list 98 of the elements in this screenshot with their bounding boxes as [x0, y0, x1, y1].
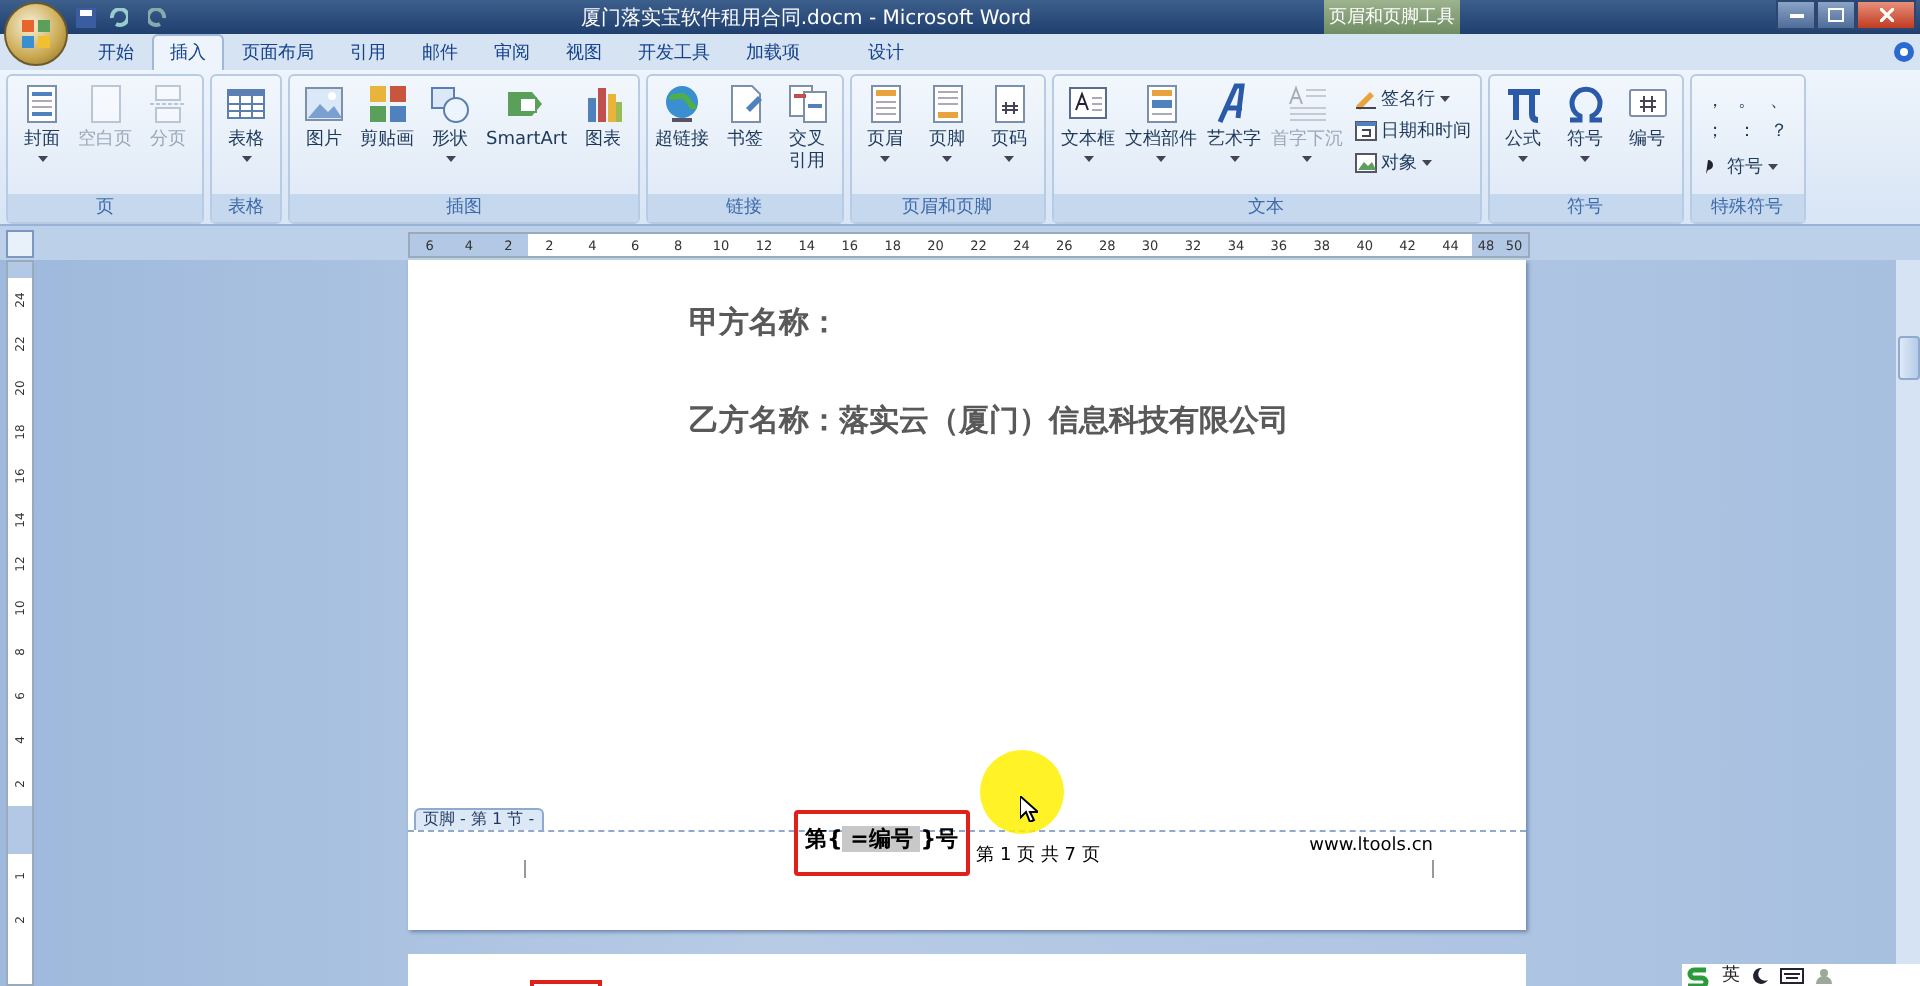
- ribbon-tab[interactable]: 设计: [850, 34, 922, 70]
- ribbon-small-button[interactable]: 符号: [1695, 152, 1800, 180]
- caret-icon: [1439, 95, 1450, 101]
- ribbon-tab[interactable]: 页面布局: [224, 34, 332, 70]
- caret-icon: [880, 156, 891, 163]
- save-icon[interactable]: [76, 7, 96, 27]
- group-label: 插图: [290, 194, 638, 222]
- symbol-button[interactable]: 。: [1731, 88, 1764, 114]
- redo-icon[interactable]: [148, 7, 168, 27]
- symbol-button[interactable]: ；: [1699, 118, 1732, 144]
- symbol-button[interactable]: ：: [1731, 118, 1764, 144]
- undo-icon[interactable]: [108, 7, 128, 27]
- office-button[interactable]: [4, 2, 68, 66]
- shapes-icon: [428, 82, 472, 126]
- input-mode-text[interactable]: 英: [1722, 962, 1740, 986]
- clip-art-icon: [365, 82, 409, 126]
- group-label: 链接: [647, 194, 842, 222]
- ribbon-button[interactable]: 表格: [216, 80, 276, 165]
- restore-button[interactable]: [1816, 0, 1856, 30]
- moon-icon[interactable]: [1752, 967, 1768, 983]
- caret-icon: [1580, 156, 1591, 163]
- group-label: 文本: [1053, 194, 1480, 222]
- caret-icon: [37, 156, 47, 163]
- caret-icon: [1004, 156, 1015, 163]
- tab-selector[interactable]: [6, 229, 34, 257]
- ribbon-button[interactable]: 编号: [1617, 80, 1678, 155]
- caret-icon: [1767, 163, 1778, 169]
- cross-reference-icon: [785, 82, 830, 126]
- ribbon-button[interactable]: 符号: [1555, 80, 1616, 165]
- page-break-icon: [146, 82, 190, 126]
- caret-icon: [1083, 156, 1094, 163]
- close-icon: [1879, 8, 1893, 22]
- symbol-button[interactable]: ？: [1763, 118, 1796, 144]
- office-logo: [20, 18, 52, 50]
- object-icon: [1353, 150, 1378, 174]
- group-label: 页: [8, 194, 202, 222]
- ribbon-tab[interactable]: 开发工具: [620, 34, 728, 70]
- page-number-text: 第 1 页 共 7 页: [976, 843, 1100, 868]
- caret-icon: [1518, 156, 1529, 163]
- ribbon-button[interactable]: 图片: [294, 80, 354, 155]
- group-label: 页眉和页脚: [851, 194, 1044, 222]
- ribbon-button[interactable]: 页码: [979, 80, 1040, 165]
- group-label: 特殊符号: [1691, 194, 1804, 222]
- ribbon-small-button[interactable]: 签名行: [1349, 84, 1476, 112]
- caret-icon: [1156, 156, 1167, 163]
- ribbon-tab[interactable]: 视图: [548, 34, 620, 70]
- ribbon-tab[interactable]: 审阅: [476, 34, 548, 70]
- mouse-pointer-icon: [1020, 796, 1038, 822]
- caret-icon: [1421, 159, 1432, 165]
- ribbon-button[interactable]: 文档部件: [1121, 80, 1202, 165]
- caret-icon: [1229, 156, 1240, 163]
- close-button[interactable]: [1856, 0, 1916, 30]
- symbol-button[interactable]: 、: [1763, 88, 1796, 114]
- ribbon-tab[interactable]: 插入: [152, 34, 224, 70]
- picture-icon: [302, 82, 346, 126]
- keyboard-icon[interactable]: [1780, 967, 1804, 983]
- caret-icon: [241, 156, 251, 163]
- ribbon-button[interactable]: 公式: [1493, 80, 1554, 165]
- ribbon-button[interactable]: 艺术字: [1203, 80, 1266, 165]
- ribbon-tab[interactable]: 邮件: [404, 34, 476, 70]
- website-text: www.ltools.cn: [1309, 836, 1433, 856]
- group-label: 符号: [1489, 194, 1682, 222]
- footer-field: 第{ =编号 }号: [793, 810, 971, 876]
- symbol-button[interactable]: ，: [1699, 88, 1732, 114]
- ribbon-small-button[interactable]: 对象: [1349, 148, 1476, 176]
- ribbon-button[interactable]: 封面: [12, 80, 72, 165]
- input-method-logo-icon: [1686, 965, 1710, 985]
- caret-icon: [445, 156, 455, 163]
- window-title: 厦门落实宝软件租用合同.docm - Microsoft Word: [578, 5, 1034, 31]
- help-icon[interactable]: [1894, 42, 1914, 62]
- drop-cap-icon: [1285, 82, 1330, 126]
- document-text: 甲方名称：: [689, 304, 841, 342]
- signature-icon: [1353, 86, 1378, 110]
- ribbon-tab[interactable]: 开始: [80, 34, 152, 70]
- caret-icon: [1302, 156, 1313, 163]
- ribbon-button[interactable]: 文本框: [1057, 80, 1120, 165]
- footer-label: 页脚 - 第 1 节 -: [413, 808, 545, 830]
- minimize-button[interactable]: [1776, 0, 1816, 30]
- minimize-icon: [1789, 13, 1803, 17]
- ribbon-small-button[interactable]: 日期和时间: [1349, 116, 1476, 144]
- contextual-tab-group: 页眉和页脚工具: [1324, 0, 1460, 34]
- ribbon-button[interactable]: 剪贴画: [356, 80, 418, 155]
- ribbon-tab[interactable]: 引用: [332, 34, 404, 70]
- calendar-icon: [1353, 118, 1378, 142]
- document-text: 乙方名称：落实云（厦门）信息科技有限公司: [689, 402, 1291, 440]
- ribbon-button[interactable]: 图表: [573, 80, 634, 155]
- ribbon-tab[interactable]: 加载项: [728, 34, 818, 70]
- omega-icon: [1563, 82, 1608, 126]
- ribbon-button[interactable]: 形状: [420, 80, 480, 165]
- ribbon-button[interactable]: 交叉引用: [777, 80, 838, 177]
- caret-icon: [942, 156, 953, 163]
- ribbon-button[interactable]: SmartArt: [482, 80, 572, 155]
- ribbon-button[interactable]: 超链接: [651, 80, 714, 155]
- restore-icon: [1828, 8, 1844, 22]
- ribbon-button[interactable]: 页脚: [917, 80, 978, 165]
- group-label: 表格: [212, 194, 280, 222]
- ribbon-button[interactable]: 页眉: [855, 80, 916, 165]
- ribbon-button[interactable]: 书签: [715, 80, 776, 155]
